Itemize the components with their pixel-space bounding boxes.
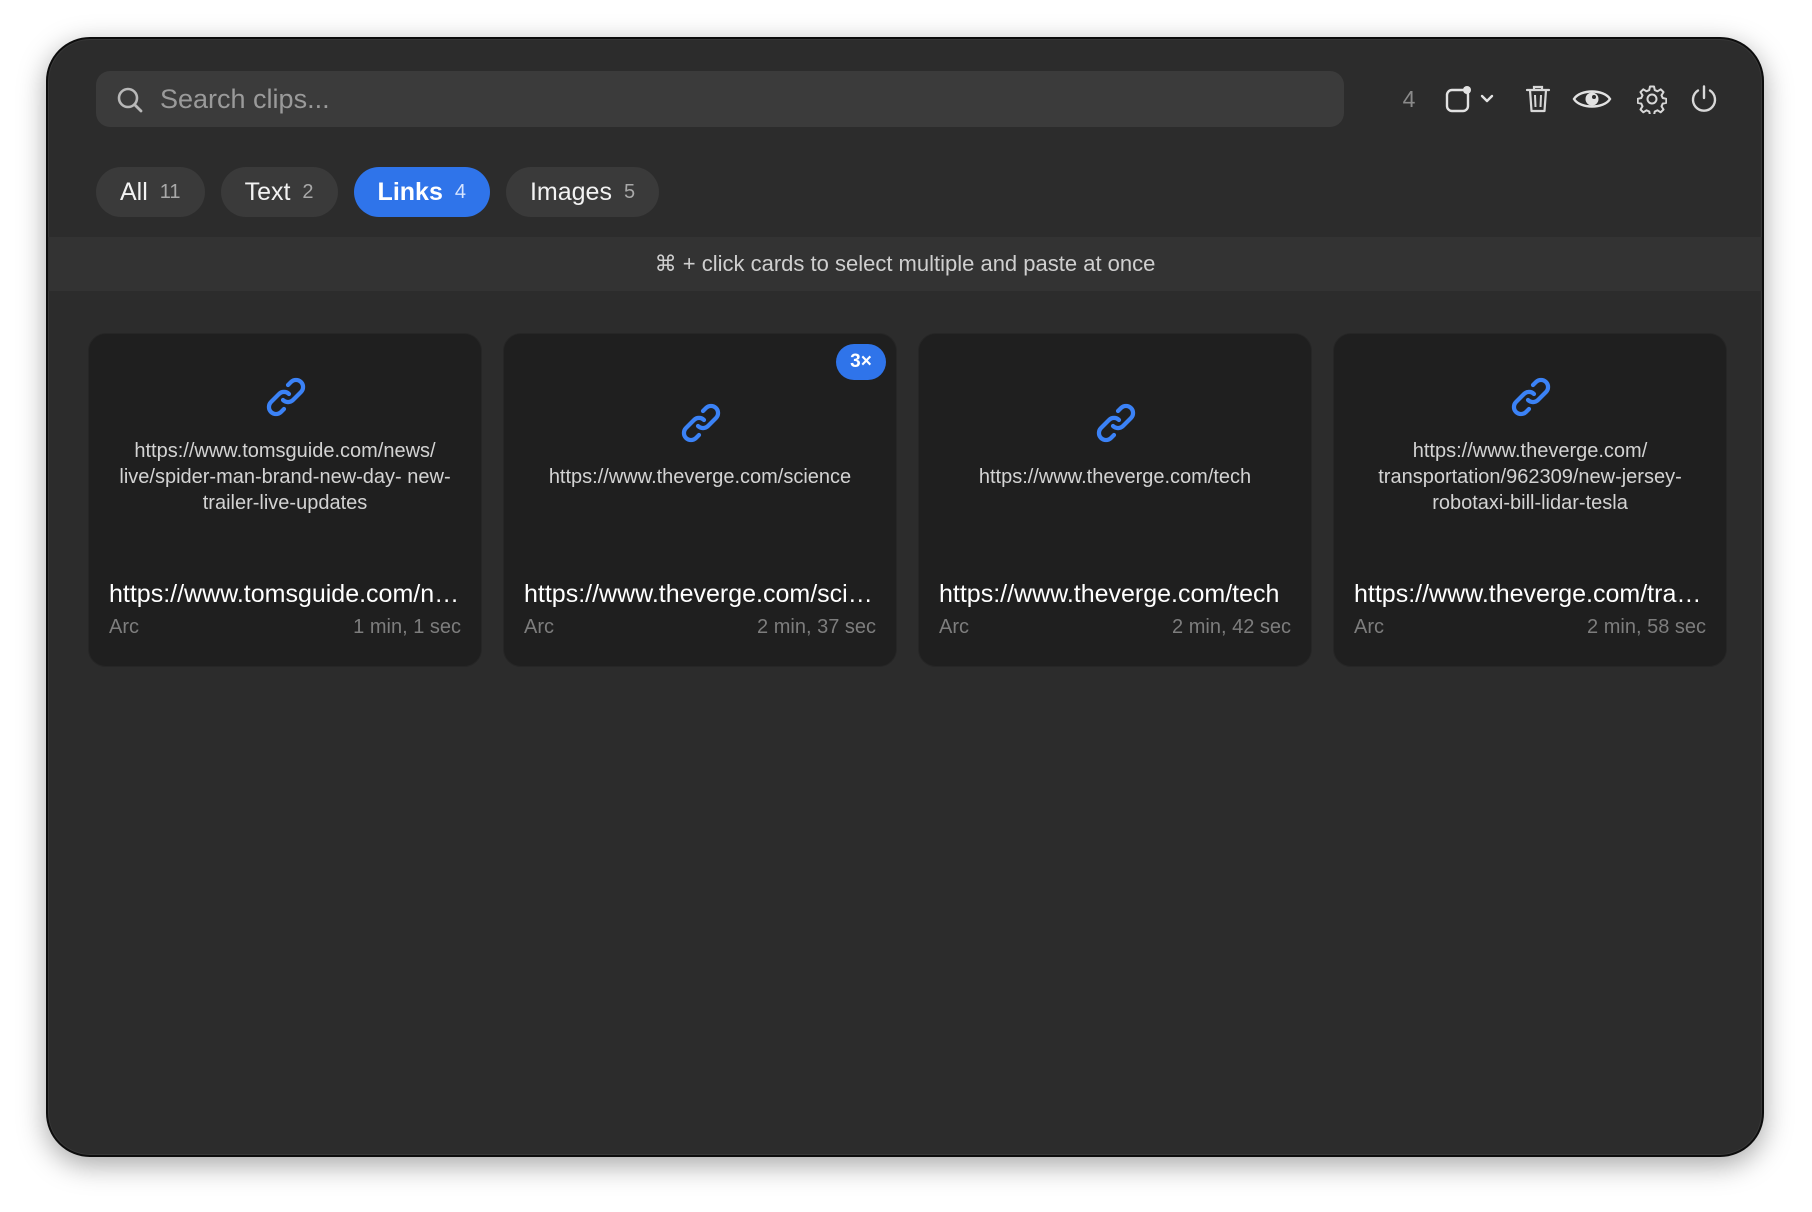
trash-icon xyxy=(1525,85,1551,113)
quit-button[interactable] xyxy=(1684,77,1724,121)
link-icon xyxy=(266,377,306,417)
search-icon xyxy=(117,87,143,113)
clip-preview: https://www.theverge.com/ transportation… xyxy=(1378,440,1682,514)
link-icon xyxy=(1511,377,1551,417)
tab-label: Images xyxy=(529,177,612,206)
clip-source: Arc xyxy=(939,616,969,638)
paste-count-badge: 3× xyxy=(836,344,886,380)
new-window-icon xyxy=(1445,86,1471,113)
tab-count: 4 xyxy=(454,180,466,203)
clip-source: Arc xyxy=(1354,616,1384,638)
preview-button[interactable] xyxy=(1568,77,1616,121)
clip-card[interactable]: https://www.tomsguide.com/news/ live/spi… xyxy=(88,333,482,667)
clip-card[interactable]: https://www.theverge.com/ transportation… xyxy=(1333,333,1727,667)
settings-button[interactable] xyxy=(1632,77,1672,121)
tab-label: Text xyxy=(244,177,291,206)
clip-title: https://www.theverge.com/tech xyxy=(939,580,1280,608)
tab-all[interactable]: All 11 xyxy=(96,167,205,217)
gear-icon xyxy=(1637,85,1667,114)
tab-count: 2 xyxy=(302,180,314,203)
selected-count: 4 xyxy=(1402,86,1416,112)
filter-tabs: All 11 Text 2 Links 4 Images 5 xyxy=(96,167,660,217)
tab-label: Links xyxy=(377,177,443,206)
clip-preview: https://www.theverge.com/tech xyxy=(978,466,1252,488)
clip-age: 1 min, 1 sec xyxy=(353,616,461,638)
tab-count: 5 xyxy=(623,180,636,203)
clip-source: Arc xyxy=(524,616,554,638)
chevron-down-icon xyxy=(1480,94,1494,103)
tab-count: 11 xyxy=(159,180,181,203)
clip-preview: https://www.theverge.com/science xyxy=(548,466,852,488)
tab-text[interactable]: Text 2 xyxy=(220,167,338,217)
link-icon xyxy=(1096,403,1136,443)
clipboard-window: 4 xyxy=(46,37,1764,1157)
clip-source: Arc xyxy=(109,616,139,638)
tab-label: All xyxy=(120,177,148,206)
tab-images[interactable]: Images 5 xyxy=(505,167,660,217)
clip-age: 2 min, 37 sec xyxy=(757,616,876,638)
clear-button[interactable] xyxy=(1518,77,1558,121)
new-window-menu-button[interactable] xyxy=(1442,77,1498,121)
link-icon xyxy=(681,403,721,443)
search-bar[interactable] xyxy=(96,71,1344,127)
tab-links[interactable]: Links 4 xyxy=(353,167,490,217)
clip-title: https://www.theverge.com/science xyxy=(524,580,878,608)
clip-card[interactable]: https://www.theverge.com/tech https://ww… xyxy=(918,333,1312,667)
clip-preview: https://www.tomsguide.com/news/ live/spi… xyxy=(119,440,451,514)
eye-icon xyxy=(1572,90,1612,108)
clip-age: 2 min, 42 sec xyxy=(1172,616,1291,638)
clip-card[interactable]: 3× https://www.theverge.com/science http… xyxy=(503,333,897,667)
clip-grid: https://www.tomsguide.com/news/ live/spi… xyxy=(88,333,1728,667)
multi-select-hint: ⌘ + click cards to select multiple and p… xyxy=(48,237,1762,291)
search-input[interactable] xyxy=(160,71,1320,127)
clip-title: https://www.tomsguide.com/news/live/spid… xyxy=(109,580,463,608)
clip-age: 2 min, 58 sec xyxy=(1587,616,1706,638)
clip-title: https://www.theverge.com/transportation/… xyxy=(1354,580,1708,608)
power-icon xyxy=(1691,85,1717,112)
